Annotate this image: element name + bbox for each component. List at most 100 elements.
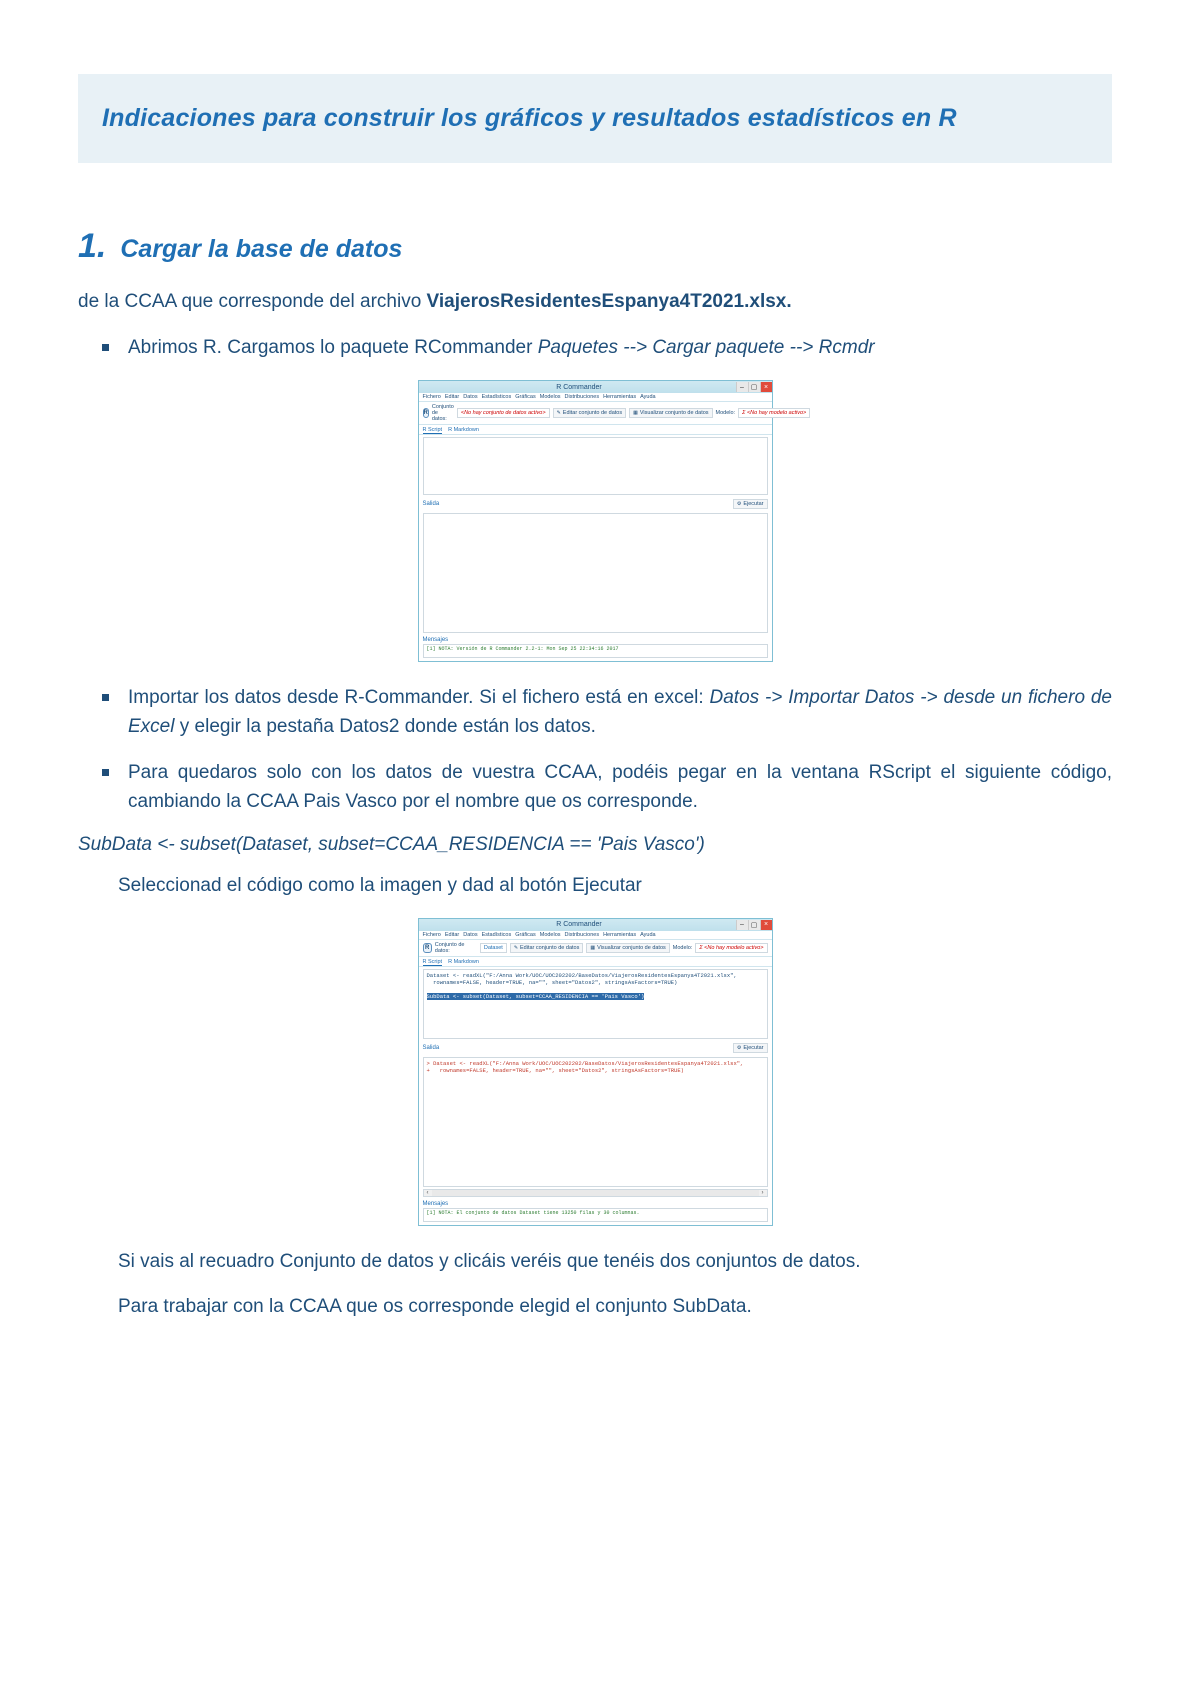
tab-rmarkdown[interactable]: R Markdown — [448, 427, 479, 434]
menu-ayuda[interactable]: Ayuda — [640, 394, 656, 400]
bullet-item-2: Importar los datos desde R-Commander. Si… — [128, 684, 1112, 741]
output-line-2: + rownames=FALSE, header=TRUE, na="", sh… — [427, 1067, 684, 1074]
tab-rscript[interactable]: R Script — [423, 959, 443, 966]
mensajes-pane: [1] NOTA: Versión de R Commander 2.2-1: … — [423, 644, 768, 658]
editar-conjunto-button[interactable]: ✎Editar conjunto de datos — [510, 943, 584, 953]
script-line-highlighted: SubData <- subset(Dataset, subset=CCAA_R… — [427, 993, 645, 1000]
script-line-2: rownames=FALSE, header=TRUE, na="", shee… — [427, 979, 678, 986]
menu-estadisticos[interactable]: Estadísticos — [482, 394, 512, 400]
toolbar: R Conjunto de datos: Dataset ✎Editar con… — [419, 940, 772, 957]
pencil-icon: ✎ — [557, 410, 561, 416]
rcommander-screenshot-1: R Commander – ▢ × Fichero Editar Datos E… — [78, 380, 1112, 662]
maximize-button[interactable]: ▢ — [748, 920, 760, 930]
section-1-number: 1. — [78, 227, 106, 266]
menu-ayuda[interactable]: Ayuda — [640, 932, 656, 938]
bullet-item-3: Para quedaros solo con los datos de vues… — [128, 759, 1112, 816]
page-title-banner: Indicaciones para construir los gráficos… — [78, 74, 1112, 163]
visualizar-conjunto-button[interactable]: ▦Visualizar conjunto de datos — [586, 943, 669, 953]
modelo-dropdown[interactable]: Σ <No hay modelo activo> — [695, 943, 767, 953]
menubar: Fichero Editar Datos Estadísticos Gráfic… — [419, 393, 772, 402]
ejecutar-button[interactable]: ⚙Ejecutar — [733, 1043, 768, 1053]
mensajes-text: [1] NOTA: El conjunto de datos Dataset t… — [427, 1210, 764, 1216]
minimize-button[interactable]: – — [736, 382, 748, 392]
minimize-button[interactable]: – — [736, 920, 748, 930]
ejecutar-button[interactable]: ⚙Ejecutar — [733, 499, 768, 509]
menu-graficas[interactable]: Gráficas — [515, 932, 535, 938]
mensajes-pane: [1] NOTA: El conjunto de datos Dataset t… — [423, 1208, 768, 1222]
section-1-title: Cargar la base de datos — [120, 235, 402, 264]
visualizar-conjunto-button[interactable]: ▦Visualizar conjunto de datos — [629, 408, 712, 418]
conjunto-dropdown[interactable]: <No hay conjunto de datos activo> — [457, 408, 550, 418]
output-header-row: Salida ⚙Ejecutar — [419, 1041, 772, 1055]
bullet2-pre: Importar los datos desde R-Commander. Si… — [128, 687, 710, 708]
menu-herramientas[interactable]: Herramientas — [603, 932, 636, 938]
close-button[interactable]: × — [760, 382, 772, 392]
menu-datos[interactable]: Datos — [463, 394, 477, 400]
output-line-1: > Dataset <- readXL("F:/Anna Work/UOC/UO… — [427, 1060, 744, 1067]
gear-icon: ⚙ — [737, 1045, 741, 1051]
conjunto-dropdown[interactable]: Dataset — [480, 943, 507, 953]
script-pane[interactable]: Dataset <- readXL("F:/Anna Work/UOC/UOC2… — [423, 969, 768, 1039]
modelo-label: Modelo: — [673, 945, 693, 951]
pencil-icon: ✎ — [514, 945, 518, 951]
output-scrollbar[interactable]: ‹ › — [423, 1189, 768, 1197]
modelo-dropdown[interactable]: Σ <No hay modelo activo> — [738, 408, 810, 418]
editar-conjunto-button[interactable]: ✎Editar conjunto de datos — [553, 408, 627, 418]
bullet1-pre: Abrimos R. Cargamos lo paquete RCommande… — [128, 337, 538, 358]
menu-herramientas[interactable]: Herramientas — [603, 394, 636, 400]
menu-modelos[interactable]: Modelos — [540, 932, 561, 938]
r-logo-icon: R — [423, 408, 429, 418]
window-titlebar: R Commander – ▢ × — [419, 381, 772, 393]
conjunto-label: Conjunto de datos: — [435, 942, 477, 954]
select-instruction: Seleccionad el código como la imagen y d… — [118, 872, 1112, 900]
modelo-label: Modelo: — [716, 410, 736, 416]
menu-editar[interactable]: Editar — [445, 394, 459, 400]
window-title: R Commander — [423, 384, 736, 391]
table-icon: ▦ — [590, 945, 595, 951]
salida-label: Salida — [423, 501, 440, 507]
mensajes-text: [1] NOTA: Versión de R Commander 2.2-1: … — [427, 646, 764, 652]
bullet1-em: Paquetes --> Cargar paquete --> Rcmdr — [538, 337, 875, 358]
tab-rmarkdown[interactable]: R Markdown — [448, 959, 479, 966]
script-tabs: R Script R Markdown — [419, 957, 772, 967]
scroll-left-icon[interactable]: ‹ — [424, 1190, 432, 1196]
r-logo-icon: R — [423, 943, 432, 953]
menu-fichero[interactable]: Fichero — [423, 394, 441, 400]
menu-modelos[interactable]: Modelos — [540, 394, 561, 400]
script-line-1: Dataset <- readXL("F:/Anna Work/UOC/UOC2… — [427, 972, 737, 979]
gear-icon: ⚙ — [737, 501, 741, 507]
window-title: R Commander — [423, 921, 736, 928]
outro-line-1: Si vais al recuadro Conjunto de datos y … — [118, 1248, 1112, 1276]
mensajes-label: Mensajes — [419, 635, 772, 643]
bullet-item-1: Abrimos R. Cargamos lo paquete RCommande… — [128, 334, 1112, 363]
menu-distribuciones[interactable]: Distribuciones — [565, 394, 600, 400]
section-1-heading: 1. Cargar la base de datos — [78, 227, 1112, 266]
output-pane[interactable]: > Dataset <- readXL("F:/Anna Work/UOC/UO… — [423, 1057, 768, 1187]
script-pane[interactable] — [423, 437, 768, 495]
menu-fichero[interactable]: Fichero — [423, 932, 441, 938]
menu-editar[interactable]: Editar — [445, 932, 459, 938]
mensajes-label: Mensajes — [419, 1199, 772, 1207]
intro-filename: ViajerosResidentesEspanya4T2021.xlsx. — [427, 291, 792, 312]
intro-pre: de la CCAA que corresponde del archivo — [78, 291, 427, 312]
menu-graficas[interactable]: Gráficas — [515, 394, 535, 400]
table-icon: ▦ — [633, 410, 638, 416]
menu-estadisticos[interactable]: Estadísticos — [482, 932, 512, 938]
code-subset-line: SubData <- subset(Dataset, subset=CCAA_R… — [78, 834, 1112, 856]
menu-datos[interactable]: Datos — [463, 932, 477, 938]
close-button[interactable]: × — [760, 920, 772, 930]
window-titlebar: R Commander – ▢ × — [419, 919, 772, 931]
rcommander-screenshot-2: R Commander – ▢ × Fichero Editar Datos E… — [78, 918, 1112, 1226]
menubar: Fichero Editar Datos Estadísticos Gráfic… — [419, 931, 772, 940]
maximize-button[interactable]: ▢ — [748, 382, 760, 392]
salida-label: Salida — [423, 1045, 440, 1051]
script-tabs: R Script R Markdown — [419, 425, 772, 435]
menu-distribuciones[interactable]: Distribuciones — [565, 932, 600, 938]
page-title: Indicaciones para construir los gráficos… — [102, 104, 1088, 133]
outro-line-2: Para trabajar con la CCAA que os corresp… — [118, 1293, 1112, 1321]
scroll-right-icon[interactable]: › — [759, 1190, 767, 1196]
rcommander-window: R Commander – ▢ × Fichero Editar Datos E… — [418, 380, 773, 662]
intro-line: de la CCAA que corresponde del archivo V… — [78, 288, 1112, 316]
tab-rscript[interactable]: R Script — [423, 427, 443, 434]
output-pane[interactable] — [423, 513, 768, 633]
